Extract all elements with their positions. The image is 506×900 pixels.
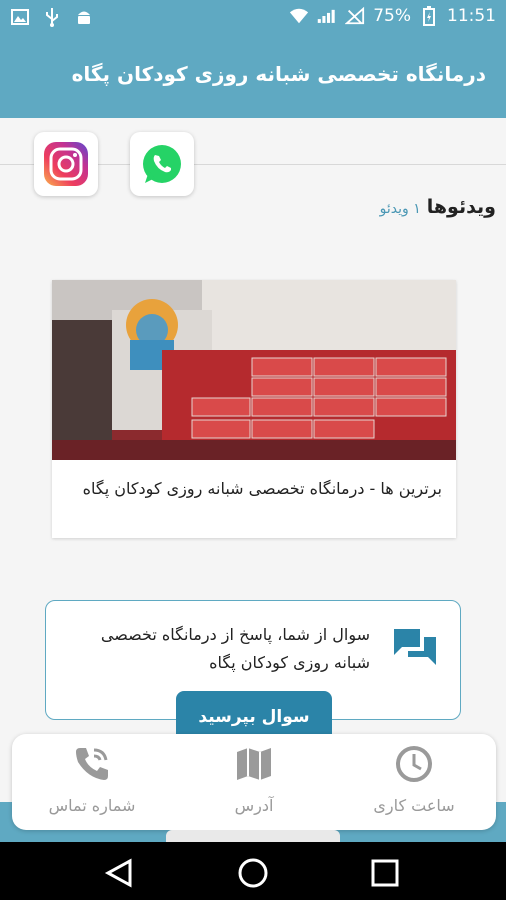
usb-icon bbox=[42, 7, 62, 27]
chat-icon bbox=[392, 625, 438, 675]
nav-address[interactable]: آدرس bbox=[174, 742, 334, 826]
sheet-handle[interactable] bbox=[166, 830, 340, 842]
instagram-icon bbox=[44, 142, 88, 186]
whatsapp-button[interactable] bbox=[130, 132, 194, 196]
nav-address-label: آدرس bbox=[234, 796, 274, 815]
nav-phone[interactable]: شماره تماس bbox=[12, 742, 172, 826]
ask-question-card: سوال از شما، پاسخ از درمانگاه تخصصی شبان… bbox=[45, 600, 461, 743]
nav-hours-label: ساعت کاری bbox=[373, 796, 455, 815]
nav-phone-label: شماره تماس bbox=[48, 796, 136, 815]
back-icon bbox=[104, 858, 132, 888]
clock-icon bbox=[396, 746, 432, 782]
status-bar: 75% 11:51 bbox=[0, 0, 506, 36]
wifi-icon bbox=[289, 6, 309, 26]
recents-icon bbox=[371, 859, 399, 887]
video-card[interactable]: برترین ها - درمانگاه تخصصی شبانه روزی کو… bbox=[52, 280, 456, 538]
signal-icon bbox=[317, 6, 337, 26]
battery-percent: 75% bbox=[373, 6, 411, 26]
video-thumbnail bbox=[52, 280, 456, 460]
video-title: برترین ها - درمانگاه تخصصی شبانه روزی کو… bbox=[82, 479, 442, 498]
bottom-nav: شماره تماس آدرس ساعت کاری bbox=[12, 734, 496, 830]
home-button[interactable] bbox=[236, 856, 270, 890]
videos-title: ویدئوها bbox=[426, 196, 496, 218]
recents-button[interactable] bbox=[368, 856, 402, 890]
app-bar: درمانگاه تخصصی شبانه روزی کودکان پگاه bbox=[0, 36, 506, 118]
android-icon bbox=[74, 7, 94, 27]
clock-time: 11:51 bbox=[447, 6, 496, 26]
ask-question-text: سوال از شما، پاسخ از درمانگاه تخصصی شبان… bbox=[100, 625, 370, 672]
instagram-button[interactable] bbox=[34, 132, 98, 196]
whatsapp-icon bbox=[143, 145, 181, 183]
page-title: درمانگاه تخصصی شبانه روزی کودکان پگاه bbox=[71, 62, 486, 86]
battery-charging-icon bbox=[419, 6, 439, 26]
videos-count: ۱ ویدئو bbox=[379, 201, 421, 217]
back-button[interactable] bbox=[102, 856, 136, 890]
videos-header: ویدئوها ۱ ویدئو bbox=[380, 196, 496, 218]
nav-hours[interactable]: ساعت کاری bbox=[334, 742, 494, 826]
image-icon bbox=[10, 7, 30, 27]
map-icon bbox=[237, 748, 271, 780]
home-icon bbox=[238, 858, 268, 888]
system-nav-bar bbox=[0, 842, 506, 900]
no-signal-icon bbox=[345, 6, 365, 26]
phone-call-icon bbox=[76, 748, 108, 780]
